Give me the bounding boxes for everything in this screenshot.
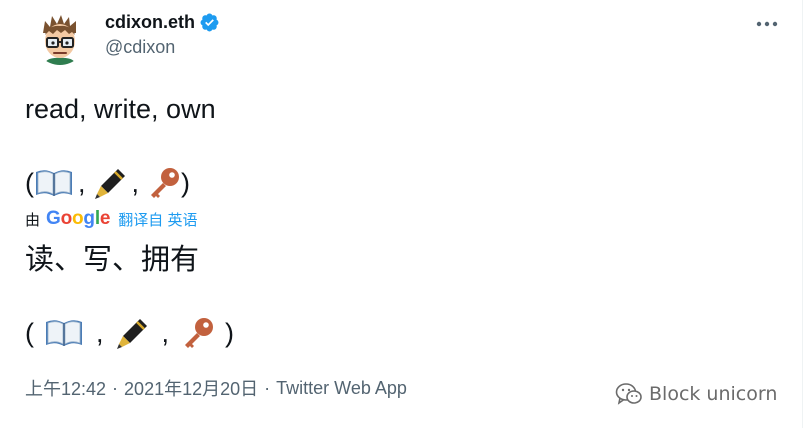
more-dots-icon: [756, 21, 778, 27]
meta-dot: ·: [264, 377, 271, 398]
tweet-emoji-line: ( , , ): [25, 166, 190, 200]
display-name[interactable]: cdixon.eth: [105, 12, 195, 33]
translated-text: 读、写、拥有: [25, 242, 200, 276]
paren-close: ): [225, 318, 235, 348]
paren-open: (: [25, 318, 34, 348]
tweet-time[interactable]: 上午12:42: [25, 375, 106, 401]
translation-attribution: 由 Google 翻译自 英语: [25, 208, 197, 230]
tweet-meta: 上午12:42 · 2021年12月20日 · Twitter Web App: [25, 375, 407, 401]
translated-emoji-line: ( , , ): [25, 316, 234, 350]
tweet-source[interactable]: Twitter Web App: [276, 378, 407, 399]
separator: ,: [78, 168, 86, 198]
more-options-button[interactable]: [752, 12, 782, 36]
key-icon: [181, 316, 215, 350]
key-icon: [147, 166, 181, 200]
book-icon: [44, 317, 84, 349]
avatar-illustration: [34, 13, 86, 65]
separator: ,: [96, 318, 104, 348]
meta-dot: ·: [112, 377, 119, 398]
book-icon: [34, 167, 74, 199]
paren-close: ): [181, 168, 191, 198]
paren-open: (: [25, 168, 34, 198]
author-name-row[interactable]: cdixon.eth: [105, 12, 220, 33]
watermark: Block unicorn: [615, 382, 777, 406]
google-logo[interactable]: Google: [46, 208, 110, 230]
pen-icon: [94, 166, 128, 200]
watermark-text: Block unicorn: [649, 383, 778, 405]
translation-source-link[interactable]: 翻译自 英语: [118, 209, 197, 230]
verified-badge-icon: [199, 12, 220, 33]
separator: ,: [131, 168, 140, 198]
separator: ,: [161, 318, 170, 348]
translation-prefix: 由: [25, 211, 41, 229]
pen-icon: [116, 316, 150, 350]
avatar[interactable]: [34, 13, 86, 65]
wechat-icon: [615, 383, 642, 405]
author-handle[interactable]: @cdixon: [105, 37, 175, 58]
tweet-text: read, write, own: [25, 94, 216, 124]
tweet-date[interactable]: 2021年12月20日: [124, 375, 258, 401]
